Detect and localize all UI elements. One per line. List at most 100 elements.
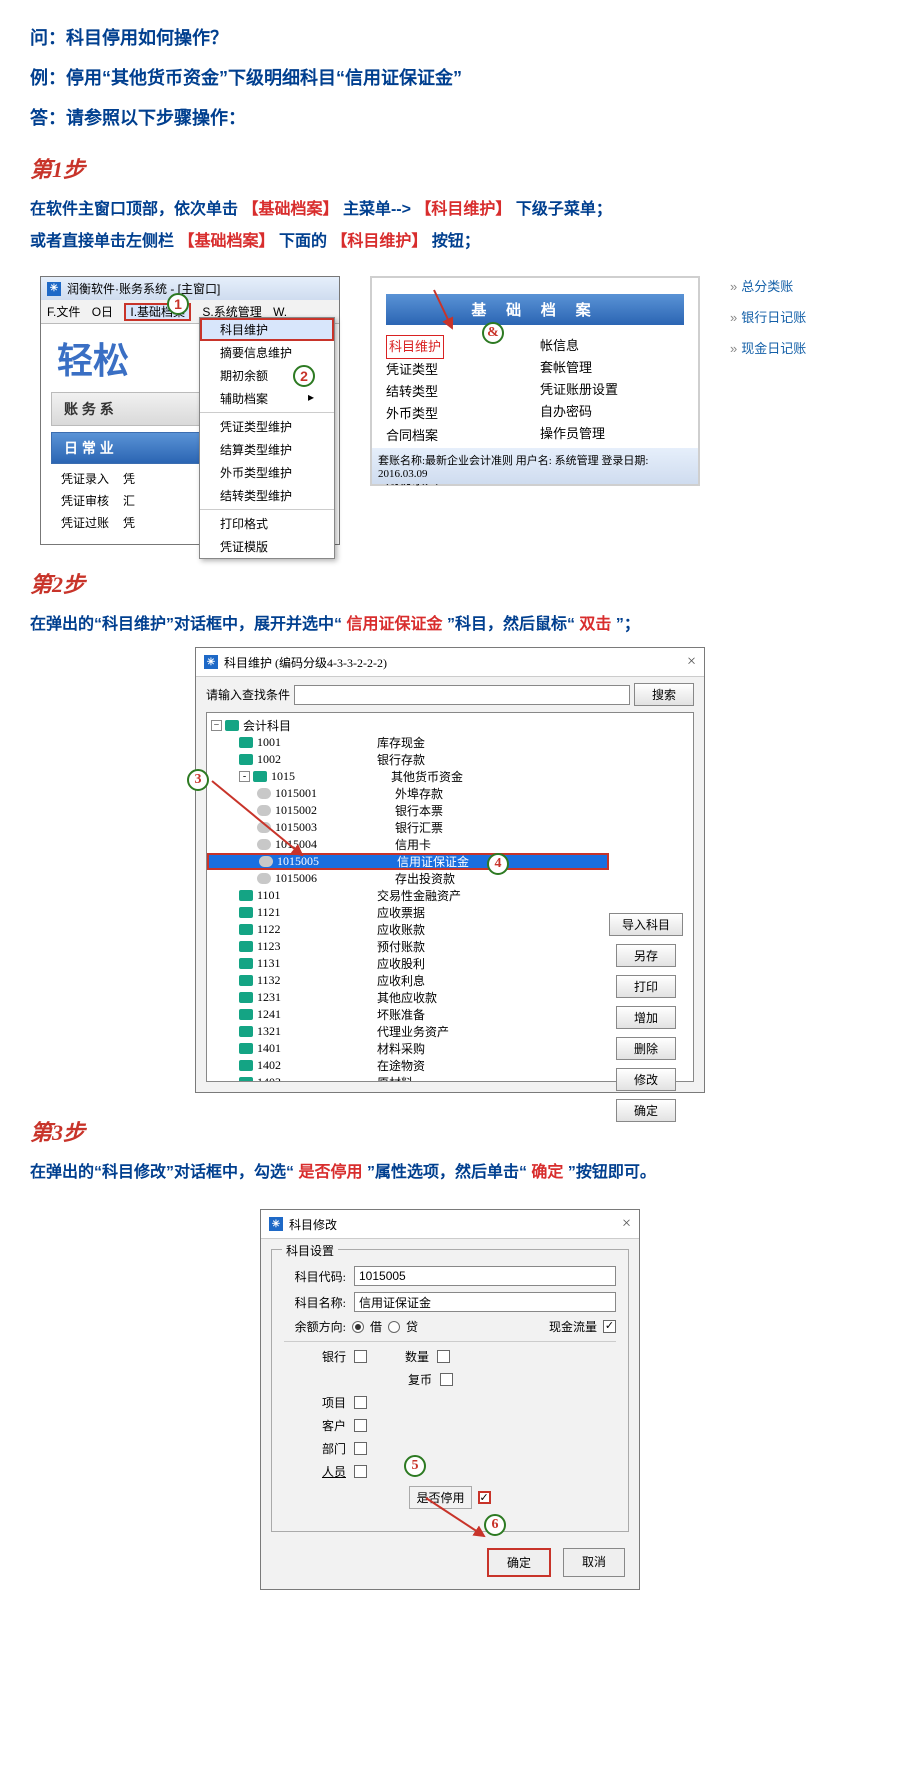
sidebar-contract[interactable]: 合同档案: [386, 425, 530, 447]
dd-print-format[interactable]: 打印格式: [200, 512, 334, 535]
close-icon[interactable]: ×: [622, 1215, 631, 1233]
menu-file[interactable]: F.文件: [47, 305, 80, 319]
sidebar-account-maint[interactable]: 科目维护: [386, 335, 444, 359]
radio-debit[interactable]: [352, 1321, 364, 1333]
link-general-ledger[interactable]: 总分类账: [741, 279, 793, 294]
sidebar-acct-info[interactable]: 帐信息: [540, 335, 684, 357]
btn-delete[interactable]: 删除: [616, 1037, 676, 1060]
panel-col2-1: 汇: [123, 490, 135, 512]
btn-import[interactable]: 导入科目: [609, 913, 683, 936]
step1-header: 第1步: [30, 152, 870, 184]
tree-row[interactable]: 1015003银行汇票: [207, 819, 609, 836]
tree-row[interactable]: 1403原材料: [207, 1074, 609, 1081]
cancel-button[interactable]: 取消: [563, 1548, 625, 1577]
panel-item-audit[interactable]: 凭证审核: [61, 490, 109, 512]
opt-project-checkbox[interactable]: [354, 1396, 367, 1409]
tree-row[interactable]: 1001库存现金: [207, 734, 609, 751]
tree-row[interactable]: 1015002银行本票: [207, 802, 609, 819]
dd-voucher-tpl[interactable]: 凭证模版: [200, 535, 334, 558]
sidebar-carry-type[interactable]: 结转类型: [386, 381, 530, 403]
tree-row[interactable]: 1002银行存款: [207, 751, 609, 768]
opt-customer-checkbox[interactable]: [354, 1419, 367, 1432]
radio-credit[interactable]: [388, 1321, 400, 1333]
dd-carry-type[interactable]: 结转类型维护: [200, 484, 334, 507]
opt-cur-label: 复币: [408, 1371, 432, 1388]
step1-text2-b: 【基础档案】: [178, 233, 274, 250]
code-input[interactable]: [354, 1266, 616, 1286]
dd-settle-type[interactable]: 结算类型维护: [200, 438, 334, 461]
search-button[interactable]: 搜索: [634, 683, 694, 706]
opt-cur-checkbox[interactable]: [440, 1373, 453, 1386]
sidebar-voucher-set[interactable]: 凭证账册设置: [540, 379, 684, 401]
opt-dept-label: 部门: [284, 1440, 346, 1457]
tree-row[interactable]: 1231其他应收款: [207, 989, 609, 1006]
btn-ok[interactable]: 确定: [616, 1099, 676, 1122]
titlebar: ✳ 润衡软件·账务系统 - [主窗口]: [41, 277, 339, 300]
tree-row[interactable]: -1015其他货币资金: [207, 768, 609, 785]
btn-add[interactable]: 增加: [616, 1006, 676, 1029]
tree-row[interactable]: 1241坏账准备: [207, 1006, 609, 1023]
tree-row[interactable]: 1123预付账款: [207, 938, 609, 955]
tree-row[interactable]: 1015006存出投资款: [207, 870, 609, 887]
dialog-icon: ✳: [269, 1217, 283, 1231]
cashflow-checkbox[interactable]: ✓: [603, 1320, 616, 1333]
tree-row[interactable]: 1321代理业务资产: [207, 1023, 609, 1040]
example-text: 例：停用“其他货币资金”下级明细科目“信用证保证金”: [30, 64, 870, 90]
btn-saveas[interactable]: 另存: [616, 944, 676, 967]
step2-text-e: ”；: [616, 616, 640, 633]
tree-row[interactable]: 1402在途物资: [207, 1057, 609, 1074]
opt-qty-checkbox[interactable]: [437, 1350, 450, 1363]
close-icon[interactable]: ×: [687, 653, 696, 671]
question-text: 问：科目停用如何操作？: [30, 24, 870, 50]
search-input[interactable]: [294, 685, 630, 705]
tree-row[interactable]: 1015005信用证保证金: [207, 853, 609, 870]
sidebar-book-mgmt[interactable]: 套帐管理: [540, 357, 684, 379]
cashflow-label: 现金流量: [549, 1318, 597, 1335]
dd-account-maint[interactable]: 科目维护: [200, 318, 334, 341]
dd-currency-type[interactable]: 外币类型维护: [200, 461, 334, 484]
sidebar-currency[interactable]: 外币类型: [386, 403, 530, 425]
sidebar-password[interactable]: 自办密码: [540, 401, 684, 423]
dd-summary-maint[interactable]: 摘要信息维护: [200, 341, 334, 364]
badge-6: 6: [484, 1514, 506, 1536]
step3-header: 第3步: [30, 1115, 870, 1147]
badge-2: 2: [293, 365, 315, 387]
tree-row[interactable]: 1015004信用卡: [207, 836, 609, 853]
panel-item-entry[interactable]: 凭证录入: [61, 468, 109, 490]
btn-modify[interactable]: 修改: [616, 1068, 676, 1091]
tree-row[interactable]: 1101交易性金融资产: [207, 887, 609, 904]
sidebar-voucher-type[interactable]: 凭证类型: [386, 359, 530, 381]
opt-dept-checkbox[interactable]: [354, 1442, 367, 1455]
step2-text-b: 信用证保证金: [346, 616, 442, 633]
tree-root[interactable]: 会计科目: [243, 717, 291, 734]
btn-print[interactable]: 打印: [616, 975, 676, 998]
dd-voucher-type[interactable]: 凭证类型维护: [200, 415, 334, 438]
badge-3: 3: [187, 769, 209, 791]
step3-text-d: 确定: [531, 1164, 563, 1181]
tree-row[interactable]: 1015001外埠存款: [207, 785, 609, 802]
step1-text-a: 在软件主窗口顶部，依次单击: [30, 201, 238, 218]
tree-row[interactable]: 1131应收股利: [207, 955, 609, 972]
opt-bank-checkbox[interactable]: [354, 1350, 367, 1363]
disable-checkbox[interactable]: ✓: [478, 1491, 491, 1504]
tree-row[interactable]: 1122应收账款: [207, 921, 609, 938]
name-input[interactable]: [354, 1292, 616, 1312]
step3-instruction: 在弹出的“科目修改”对话框中，勾选“ 是否停用 ”属性选项，然后单击“ 确定 ”…: [30, 1157, 870, 1189]
sidebar-operator[interactable]: 操作员管理: [540, 423, 684, 445]
account-tree[interactable]: −会计科目1001库存现金1002银行存款-1015其他货币资金1015001外…: [207, 713, 609, 1081]
tree-row[interactable]: 1132应收利息: [207, 972, 609, 989]
sidebar-screenshot: 基 础 档 案 科目维护 凭证类型 结转类型 外币类型 合同档案 辅助档案 期初…: [370, 276, 700, 486]
opt-person-checkbox[interactable]: [354, 1465, 367, 1478]
ok-button[interactable]: 确定: [487, 1548, 551, 1577]
link-cash-journal[interactable]: 现金日记账: [741, 341, 806, 356]
step1-text2-d: 【科目维护】: [331, 233, 427, 250]
statusbar-text: 套账名称:最新企业会计准则 用户名: 系统管理 登录日期: 2016.03.09: [372, 448, 698, 484]
tree-row[interactable]: 1401材料采购: [207, 1040, 609, 1057]
account-modify-dialog: ✳ 科目修改 × 科目设置 科目代码: 科目名称: 余额方向: 借 贷 现金流量…: [260, 1209, 640, 1590]
panel-item-post[interactable]: 凭证过账: [61, 512, 109, 534]
dd-aux-archive[interactable]: 辅助档案 ▸: [200, 387, 334, 410]
dialog-title: 科目维护 (编码分级4-3-3-2-2-2): [224, 654, 387, 671]
link-bank-journal[interactable]: 银行日记账: [741, 310, 806, 325]
tree-row[interactable]: 1121应收票据: [207, 904, 609, 921]
menu-o[interactable]: O日: [92, 305, 113, 319]
